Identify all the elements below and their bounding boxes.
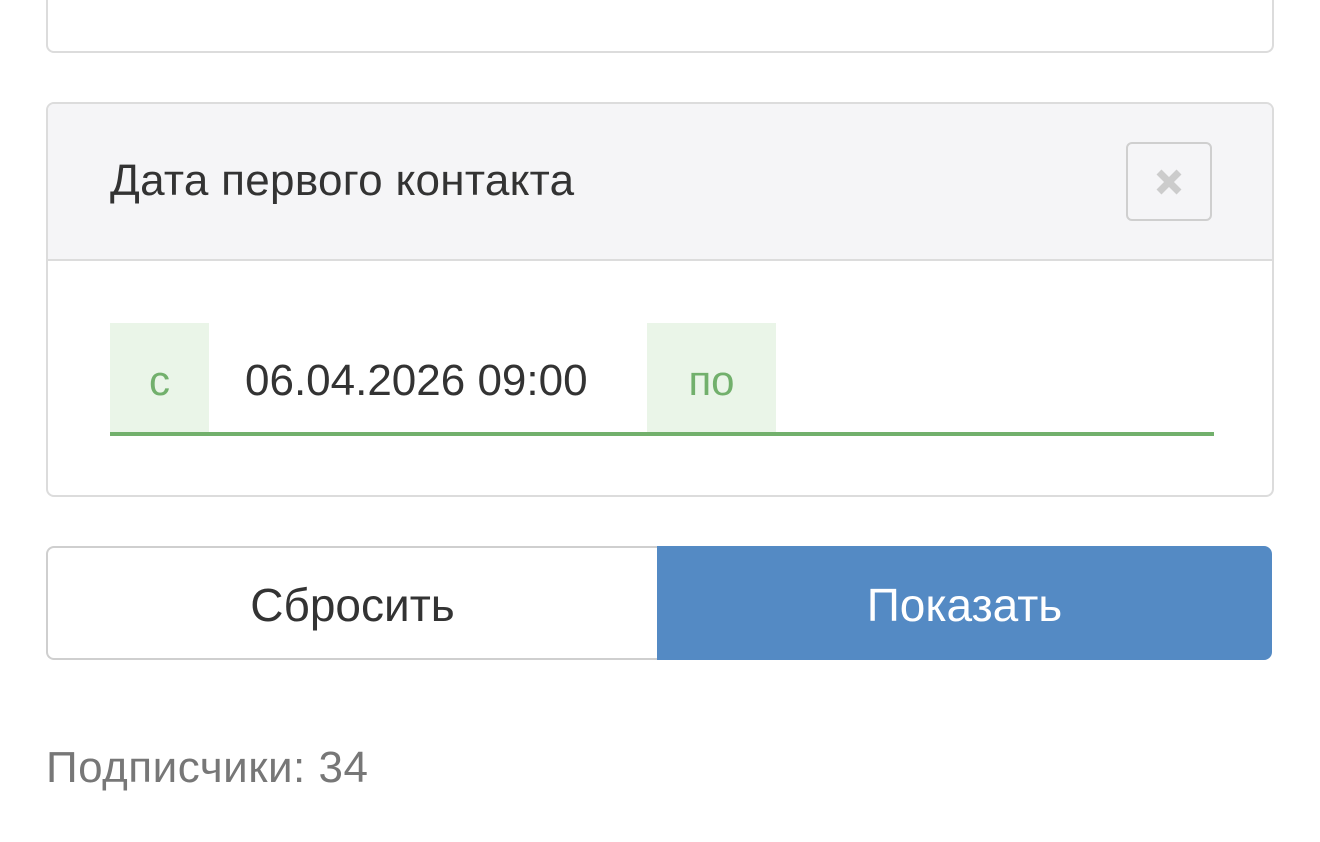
date-from-input[interactable] <box>245 323 612 432</box>
filter-actions: Сбросить Показать <box>46 546 1272 660</box>
previous-filter-panel <box>46 0 1274 53</box>
date-to-input[interactable] <box>776 323 1214 432</box>
subscribers-count: Подписчики: 34 <box>46 743 369 792</box>
page: Дата первого контакта с по Сбросить Пока… <box>0 0 1320 842</box>
reset-button[interactable]: Сбросить <box>46 546 657 660</box>
date-from-label: с <box>110 323 209 432</box>
date-range-row: с по <box>110 323 1214 436</box>
date-filter-panel: Дата первого контакта с по <box>46 102 1274 497</box>
close-icon <box>1156 169 1182 194</box>
filter-title: Дата первого контакта <box>110 156 575 205</box>
date-to-label: по <box>647 323 776 432</box>
remove-filter-button[interactable] <box>1126 142 1212 221</box>
filter-panel-header: Дата первого контакта <box>48 104 1272 261</box>
show-button[interactable]: Показать <box>657 546 1272 660</box>
